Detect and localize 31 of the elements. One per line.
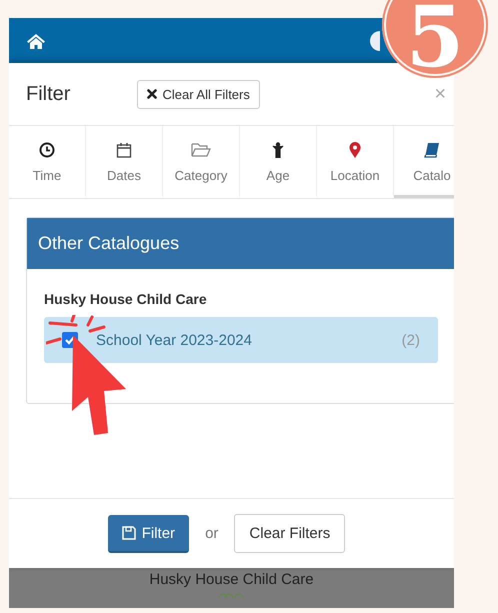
calendar-icon — [116, 142, 132, 158]
check-icon — [64, 334, 76, 346]
home-icon[interactable] — [26, 32, 46, 48]
folder-icon — [191, 142, 211, 158]
organization-name: Husky House Child Care — [149, 571, 314, 588]
clear-all-filters-button[interactable]: Clear All Filters — [137, 80, 260, 108]
close-icon — [147, 89, 158, 99]
filter-tab[interactable]: Dates — [86, 126, 163, 198]
filter-tab[interactable]: Catalo — [394, 126, 454, 198]
close-button[interactable]: × — [434, 82, 446, 106]
filter-tab[interactable]: Age — [240, 126, 317, 198]
or-text: or — [205, 525, 218, 542]
avatar-icon[interactable] — [370, 30, 380, 50]
clock-icon — [39, 142, 55, 158]
filter-tab[interactable]: Category — [163, 126, 240, 198]
clear-filters-button[interactable]: Clear Filters — [234, 514, 346, 553]
dialog-title: Filter — [26, 82, 70, 106]
filter-tab[interactable]: Location — [317, 126, 394, 198]
group-heading: Husky House Child Care — [44, 291, 208, 307]
option-label: School Year 2023-2024 — [96, 332, 252, 348]
filter-button[interactable]: Filter — [108, 514, 190, 552]
child-icon — [272, 142, 284, 158]
catalogue-option[interactable]: School Year 2023-2024 (2) — [44, 317, 438, 363]
location-pin-icon — [349, 142, 361, 158]
option-count: (2) — [402, 332, 420, 348]
logo-icon — [216, 592, 246, 598]
step-badge: 5 — [382, 0, 488, 78]
book-icon — [424, 142, 440, 158]
save-icon — [122, 526, 136, 540]
panel-title: Other Catalogues — [38, 233, 180, 254]
filter-tab[interactable]: Time — [9, 126, 86, 198]
